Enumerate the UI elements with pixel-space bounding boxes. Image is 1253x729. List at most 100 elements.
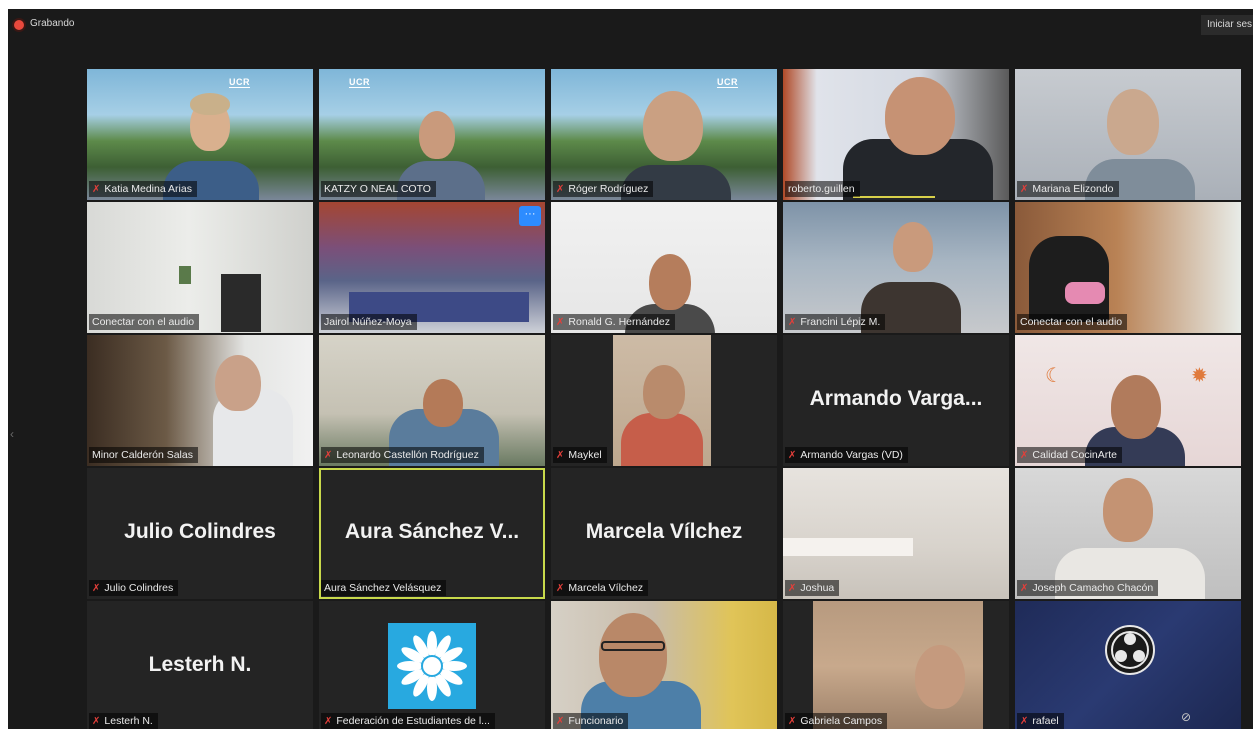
- participant-tile[interactable]: ··· Jairol Núñez-Moya: [319, 202, 545, 333]
- participant-name: rafael: [1032, 715, 1059, 727]
- participant-name-label: Minor Calderón Salas: [89, 447, 198, 463]
- mic-muted-icon: ✗: [1020, 716, 1029, 727]
- participant-name: Armando Vargas (VD): [800, 449, 903, 461]
- gallery-prev-arrow-icon[interactable]: ‹: [10, 427, 18, 455]
- participant-tile[interactable]: ✗ Joshua: [783, 468, 1009, 599]
- participant-tile[interactable]: ✗ Federación de Estudiantes de l...: [319, 601, 545, 729]
- participant-tile[interactable]: UCR KATZY O NEAL COTO: [319, 69, 545, 200]
- participant-name-label: ✗ Joshua: [785, 580, 840, 596]
- participant-name-label: ✗ Julio Colindres: [89, 580, 179, 596]
- participant-name-label: KATZY O NEAL COTO: [321, 181, 436, 197]
- participant-name: Jairol Núñez-Moya: [324, 316, 412, 328]
- participant-name-label: ✗ Joseph Camacho Chacón: [1017, 580, 1159, 596]
- participant-name: Lesterh N.: [104, 715, 153, 727]
- participant-tile[interactable]: Conectar con el audio: [87, 202, 313, 333]
- recording-icon: [14, 20, 24, 30]
- participant-name: Aura Sánchez Velásquez: [324, 582, 442, 594]
- participant-name-label: ✗ Leonardo Castellón Rodríguez: [321, 447, 484, 463]
- mic-muted-icon: ✗: [556, 450, 565, 461]
- ucr-logo: UCR: [349, 77, 370, 88]
- obs-logo-icon: [1105, 625, 1155, 675]
- participant-tile[interactable]: ✗ Mariana Elizondo: [1015, 69, 1241, 200]
- participant-tile[interactable]: Marcela Vílchez ✗ Marcela Vílchez: [551, 468, 777, 599]
- participant-tile[interactable]: UCR ✗ Katia Medina Arias: [87, 69, 313, 200]
- participant-name-label: ✗ Mariana Elizondo: [1017, 181, 1119, 197]
- participant-name-label: ✗ Lesterh N.: [89, 713, 158, 729]
- mic-muted-icon: ✗: [788, 716, 797, 727]
- participant-name: Francini Lépiz M.: [800, 316, 881, 328]
- zoom-gallery-window: Grabando Iniciar ses ‹ UCR ✗ Katia Medina…: [8, 9, 1253, 729]
- participant-name-label: ✗ Calidad CocinArte: [1017, 447, 1123, 463]
- participant-name-label: ✗ Francini Lépiz M.: [785, 314, 886, 330]
- participant-tile[interactable]: ✗ Funcionario: [551, 601, 777, 729]
- mic-muted-icon: ✗: [556, 583, 565, 594]
- mic-muted-icon: ✗: [92, 184, 101, 195]
- mic-muted-icon: ✗: [324, 716, 333, 727]
- participant-name-label: ✗ Róger Rodríguez: [553, 181, 654, 197]
- participant-tile[interactable]: Armando Varga... ✗ Armando Vargas (VD): [783, 335, 1009, 466]
- participant-tile[interactable]: ☾ ✹ ✗ Calidad CocinArte: [1015, 335, 1241, 466]
- participant-name: Marcela Vílchez: [568, 582, 644, 594]
- participant-name: Federación de Estudiantes de l...: [336, 715, 490, 727]
- participant-tile[interactable]: ✗ Joseph Camacho Chacón: [1015, 468, 1241, 599]
- ucr-logo: UCR: [229, 77, 250, 88]
- participant-display-name: Aura Sánchez V...: [344, 520, 520, 543]
- mic-muted-icon: ✗: [556, 716, 565, 727]
- participant-display-name: Armando Varga...: [809, 387, 983, 410]
- participant-name: Gabriela Campos: [800, 715, 883, 727]
- participant-name-label: roberto.guillen: [785, 181, 860, 197]
- participant-name: Calidad CocinArte: [1032, 449, 1118, 461]
- participant-name-label: ✗ rafael: [1017, 713, 1064, 729]
- signin-button[interactable]: Iniciar ses: [1201, 15, 1253, 35]
- ucr-logo: UCR: [717, 77, 738, 88]
- participant-name: Katia Medina Arias: [104, 183, 192, 195]
- mic-muted-icon: ✗: [556, 317, 565, 328]
- participant-display-name: Lesterh N.: [148, 653, 252, 676]
- participant-name: roberto.guillen: [788, 183, 855, 195]
- participant-name: Joshua: [800, 582, 835, 594]
- participant-name-label: Conectar con el audio: [89, 314, 200, 330]
- participant-name: KATZY O NEAL COTO: [324, 183, 431, 195]
- mic-muted-icon: ✗: [92, 716, 101, 727]
- participant-display-name: Julio Colindres: [124, 520, 276, 543]
- mic-muted-icon: ✗: [324, 450, 333, 461]
- participant-name-label: ✗ Federación de Estudiantes de l...: [321, 713, 495, 729]
- participant-tile[interactable]: ✗ Francini Lépiz M.: [783, 202, 1009, 333]
- participant-tile[interactable]: Julio Colindres ✗ Julio Colindres: [87, 468, 313, 599]
- participant-name: Maykel: [568, 449, 602, 461]
- participant-tile[interactable]: ⊘ ✗ rafael: [1015, 601, 1241, 729]
- top-bar: Grabando Iniciar ses: [8, 9, 1253, 43]
- participant-name: Minor Calderón Salas: [92, 449, 193, 461]
- more-options-button[interactable]: ···: [519, 206, 541, 226]
- participant-name: Conectar con el audio: [92, 316, 195, 328]
- participant-tile[interactable]: roberto.guillen: [783, 69, 1009, 200]
- mic-muted-icon: ✗: [788, 450, 797, 461]
- participant-tile[interactable]: ✗ Leonardo Castellón Rodríguez: [319, 335, 545, 466]
- active-speaker-indicator: [853, 196, 935, 198]
- participant-name-label: ✗ Armando Vargas (VD): [785, 447, 908, 463]
- participant-tile[interactable]: UCR ✗ Róger Rodríguez: [551, 69, 777, 200]
- participant-name: Ronald G. Hernández: [568, 316, 670, 328]
- participant-name: Joseph Camacho Chacón: [1032, 582, 1154, 594]
- participant-name-label: ✗ Ronald G. Hernández: [553, 314, 675, 330]
- recording-label: Grabando: [30, 18, 75, 29]
- participant-name: Funcionario: [568, 715, 624, 727]
- participant-name-label: ✗ Marcela Vílchez: [553, 580, 649, 596]
- participant-name-label: Aura Sánchez Velásquez: [321, 580, 447, 596]
- participant-name: Julio Colindres: [104, 582, 174, 594]
- participant-name: Conectar con el audio: [1020, 316, 1123, 328]
- participant-name: Mariana Elizondo: [1032, 183, 1114, 195]
- participant-tile-active[interactable]: Aura Sánchez V... Aura Sánchez Velásquez: [319, 468, 545, 599]
- participant-tile[interactable]: Minor Calderón Salas: [87, 335, 313, 466]
- mic-muted-icon: ✗: [556, 184, 565, 195]
- participant-tile[interactable]: Lesterh N. ✗ Lesterh N.: [87, 601, 313, 729]
- participant-tile[interactable]: Conectar con el audio: [1015, 202, 1241, 333]
- mic-muted-icon: ✗: [788, 583, 797, 594]
- video-off-icon: ⊘: [1181, 710, 1192, 724]
- participant-tile[interactable]: ✗ Maykel: [551, 335, 777, 466]
- participant-tile[interactable]: ✗ Ronald G. Hernández: [551, 202, 777, 333]
- participant-name-label: ✗ Funcionario: [553, 713, 629, 729]
- mic-muted-icon: ✗: [1020, 184, 1029, 195]
- participant-name-label: Conectar con el audio: [1017, 314, 1128, 330]
- participant-tile[interactable]: ✗ Gabriela Campos: [783, 601, 1009, 729]
